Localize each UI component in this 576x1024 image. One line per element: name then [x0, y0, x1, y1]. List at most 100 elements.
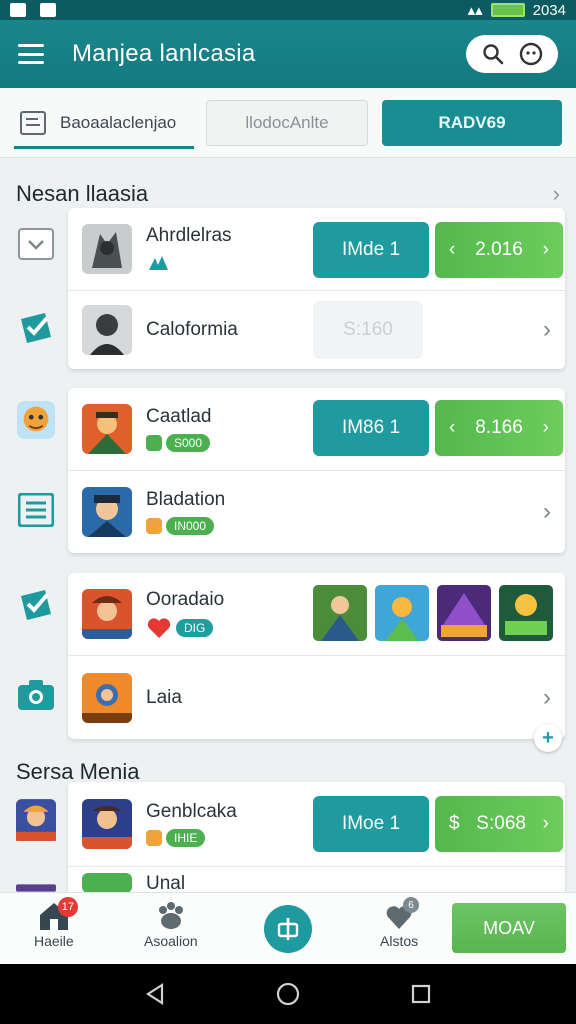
game-thumbnail: [82, 799, 132, 849]
list-item[interactable]: Laia ›: [68, 655, 565, 739]
mode-button[interactable]: IM86 1: [313, 400, 429, 456]
add-icon[interactable]: +: [534, 724, 562, 752]
nav-home[interactable]: 17 Haeile: [34, 897, 78, 949]
chevron-right-icon[interactable]: ›: [543, 813, 549, 835]
game-tile[interactable]: [437, 585, 491, 641]
list-icon: [20, 111, 46, 135]
chevron-right-icon[interactable]: ›: [543, 684, 551, 712]
dollar-icon: $: [449, 813, 460, 834]
game-thumbnail: [82, 487, 132, 537]
avatar: [16, 884, 56, 892]
price-value: S:068: [476, 813, 526, 834]
tab-second[interactable]: llodocAnlte: [206, 99, 368, 146]
game-thumbnail: [82, 224, 132, 274]
notification-badge: 17: [57, 897, 78, 917]
avatar: [16, 799, 56, 841]
game-card: Caatlad S000 IM86 1 ‹ 8.166 › Bladation …: [68, 388, 565, 553]
status-bar: ▴▴ 2034: [0, 0, 576, 20]
checkbox-checked-icon[interactable]: [16, 585, 56, 625]
cta-button[interactable]: MOAV: [452, 903, 566, 953]
notification-icon: [10, 3, 26, 17]
price-button[interactable]: $ S:068 ›: [435, 796, 563, 852]
row-title: Caatlad: [146, 406, 212, 427]
nav-label: Asoalion: [144, 933, 198, 949]
section-header[interactable]: Nesan llaasia ›: [0, 176, 576, 212]
list-item[interactable]: Ahrdlelras IMde 1 ‹ 2.016 ›: [68, 208, 565, 290]
nav-label: Alstos: [380, 933, 419, 949]
list-item[interactable]: Caloformia S:160 ›: [68, 290, 565, 369]
tab-first[interactable]: Baoaalaclenjao: [14, 97, 194, 149]
price-value: 2.016: [475, 239, 523, 260]
row-title: Laia: [146, 686, 182, 708]
home-nav-icon[interactable]: [275, 981, 301, 1007]
plus-icon: [277, 918, 299, 940]
chevron-right-icon: ›: [552, 181, 560, 206]
back-icon[interactable]: [144, 982, 166, 1006]
list-item[interactable]: Genblcaka IHIE IMoe 1 $ S:068 ›: [68, 782, 565, 866]
price-stepper[interactable]: ‹ 8.166 ›: [435, 400, 563, 456]
nav-label: Haeile: [34, 933, 74, 949]
game-tile[interactable]: [499, 585, 553, 641]
profile-icon[interactable]: [518, 41, 544, 67]
chevron-right-icon[interactable]: ›: [543, 316, 551, 344]
coin-icon: [146, 830, 162, 846]
disabled-button: S:160: [313, 301, 423, 359]
status-badge: DIG: [176, 619, 214, 637]
menu-icon[interactable]: [18, 44, 44, 64]
notification-badge: 6: [403, 897, 420, 913]
tab-bar: Baoaalaclenjao llodocAnlte RADV69: [0, 88, 576, 158]
status-badge: IHIE: [166, 829, 206, 847]
heart-icon: [147, 618, 171, 638]
game-tile[interactable]: [375, 585, 429, 641]
nav-third[interactable]: 6 Alstos: [380, 897, 420, 949]
list-item[interactable]: Bladation IN000 ›: [68, 470, 565, 553]
chevron-left-icon[interactable]: ‹: [449, 239, 455, 261]
row-title: Unal: [146, 873, 186, 892]
game-card: Ooradaio DIG Laia ›: [68, 573, 565, 739]
tab-third[interactable]: RADV69: [382, 99, 562, 146]
appbar-actions: [466, 35, 558, 73]
game-tile[interactable]: [313, 585, 367, 641]
app-bar: Manjea lanlcasia: [0, 20, 576, 88]
mode-button[interactable]: IMoe 1: [313, 796, 429, 852]
mode-button[interactable]: IMde 1: [313, 222, 429, 278]
row-title: Ooradaio: [146, 589, 225, 610]
game-card: Ahrdlelras IMde 1 ‹ 2.016 › Caloformia S…: [68, 208, 565, 369]
add-button[interactable]: [264, 905, 312, 953]
camera-icon[interactable]: [16, 675, 56, 715]
nav-second[interactable]: Asoalion: [144, 899, 198, 949]
chevron-left-icon[interactable]: ‹: [449, 417, 455, 439]
list-item[interactable]: Unal: [68, 866, 565, 892]
game-thumbnail: [82, 305, 132, 355]
notification-icon: [40, 3, 56, 17]
game-thumbnail: [82, 873, 132, 892]
rank-icon: [149, 256, 168, 270]
price-value: 8.166: [475, 417, 523, 438]
game-thumbnail: [82, 589, 132, 639]
search-icon[interactable]: [480, 41, 506, 67]
chevron-right-icon[interactable]: ›: [543, 498, 551, 526]
checkbox-empty-icon[interactable]: [16, 225, 56, 265]
chevron-right-icon[interactable]: ›: [543, 239, 549, 261]
bottom-nav: 17 Haeile Asoalion 6 Alstos MOAV: [0, 892, 576, 964]
status-time: 2034: [532, 1, 566, 19]
coin-icon: [146, 518, 162, 534]
battery-icon: [490, 3, 525, 17]
mascot-icon: [16, 400, 56, 440]
checkbox-checked-icon[interactable]: [16, 308, 56, 348]
game-thumbnail: [82, 404, 132, 454]
row-title: Genblcaka: [146, 801, 237, 822]
list-item[interactable]: Ooradaio DIG: [68, 573, 565, 655]
status-badge: S000: [166, 434, 211, 452]
chevron-right-icon[interactable]: ›: [543, 417, 549, 439]
section-title: Nesan llaasia: [16, 181, 149, 206]
system-nav-bar: [0, 964, 576, 1024]
recents-icon[interactable]: [410, 983, 432, 1005]
list-icon[interactable]: [16, 490, 56, 530]
row-title: Bladation: [146, 489, 226, 510]
list-item[interactable]: Caatlad S000 IM86 1 ‹ 8.166 ›: [68, 388, 565, 470]
status-badge: IN000: [166, 517, 215, 535]
price-stepper[interactable]: ‹ 2.016 ›: [435, 222, 563, 278]
game-card: Genblcaka IHIE IMoe 1 $ S:068 › Unal: [68, 782, 565, 892]
game-thumbnail: [82, 672, 132, 723]
